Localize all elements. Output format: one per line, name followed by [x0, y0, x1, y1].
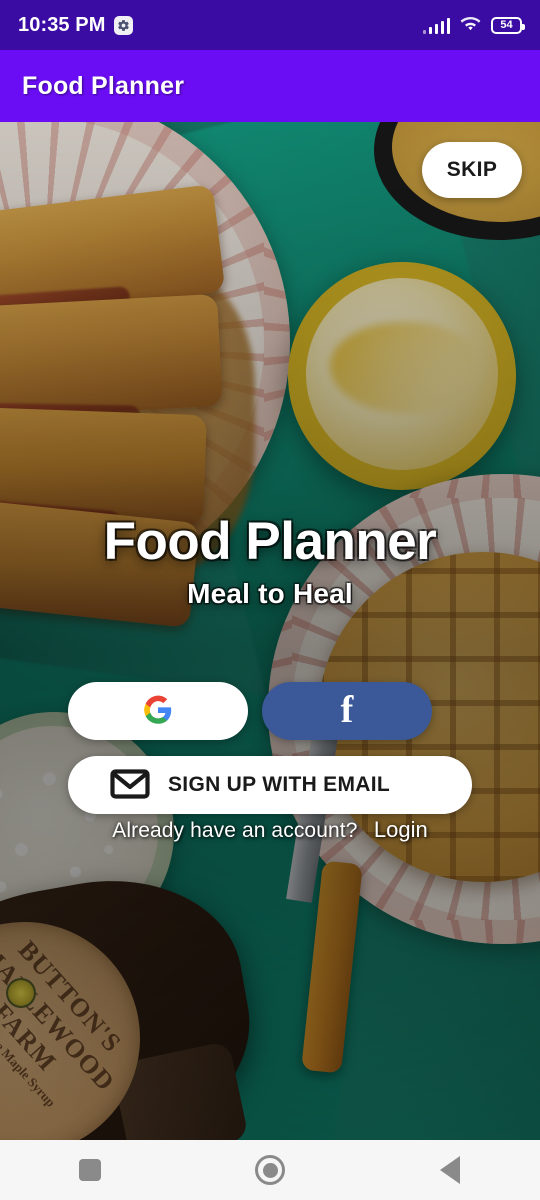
google-g-icon: [143, 695, 173, 728]
battery-icon: 54: [491, 16, 525, 34]
phone-screen: 10:35 PM 54 Food Planner SKIP Food Plann…: [0, 0, 540, 1200]
skip-button[interactable]: SKIP: [422, 142, 522, 198]
login-prompt-row: Already have an account? Login: [0, 817, 540, 843]
envelope-icon: [110, 768, 150, 802]
facebook-sign-up-button[interactable]: f: [262, 682, 432, 740]
facebook-f-icon: f: [340, 688, 354, 731]
circle-home-icon: [255, 1155, 285, 1185]
social-buttons-row: f: [68, 682, 472, 740]
sign-up-with-email-button[interactable]: SIGN UP WITH EMAIL: [68, 756, 472, 814]
status-bar-clock: 10:35 PM: [18, 13, 106, 36]
status-bar-left: 10:35 PM: [18, 14, 133, 37]
sign-up-with-email-label: SIGN UP WITH EMAIL: [168, 773, 391, 796]
already-have-account-label: Already have an account?: [112, 819, 358, 842]
app-tagline: Meal to Heal: [187, 577, 353, 609]
login-link[interactable]: Login: [374, 817, 428, 842]
app-bar-title: Food Planner: [22, 71, 185, 100]
page-title: Food Planner: [103, 512, 437, 571]
recents-button[interactable]: [45, 1140, 135, 1200]
auth-buttons-group: f SIGN UP WITH EMAIL: [68, 682, 472, 814]
gear-icon: [113, 15, 133, 35]
home-button[interactable]: [225, 1140, 315, 1200]
wifi-icon: [459, 14, 482, 36]
app-bar: Food Planner: [0, 50, 540, 122]
onboarding-content: SKIP Food Planner Meal to Heal f SIGN UP…: [0, 122, 540, 1140]
android-navigation-bar: [0, 1140, 540, 1200]
google-sign-up-button[interactable]: [68, 682, 248, 740]
battery-level-label: 54: [500, 18, 513, 31]
cellular-signal-icon: [422, 17, 450, 34]
triangle-back-icon: [440, 1156, 460, 1184]
square-recents-icon: [79, 1159, 101, 1181]
status-bar-right: 54: [422, 14, 525, 36]
brand-block: Food Planner Meal to Heal: [0, 514, 540, 610]
back-button[interactable]: [405, 1140, 495, 1200]
status-bar: 10:35 PM 54: [0, 0, 540, 50]
